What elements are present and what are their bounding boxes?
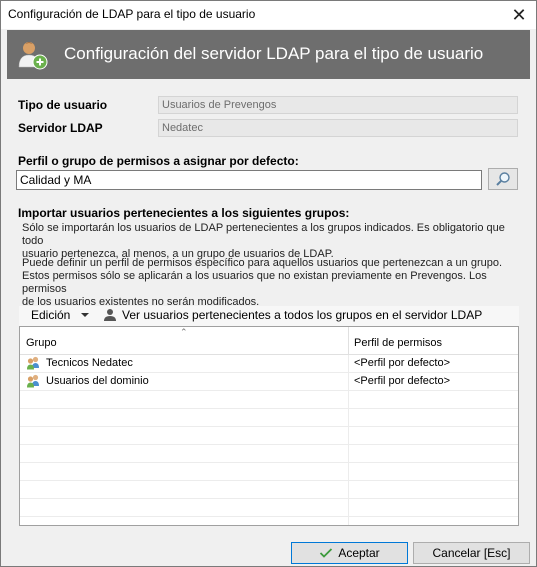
profile-label: Perfil o grupo de permisos a asignar por… [18,154,299,168]
group-name: Usuarios del dominio [46,375,149,387]
cancel-button-label: Cancelar [Esc] [432,546,511,560]
info-text-2: Puede definir un perfil de permisos espe… [22,257,517,309]
column-header-profile[interactable]: Perfil de permisos [354,337,442,349]
cancel-button[interactable]: Cancelar [Esc] [413,542,530,564]
group-profile: <Perfil por defecto> [354,357,451,369]
row-gridline [20,390,518,391]
edit-menu[interactable]: Edición [31,308,92,322]
group-name: Tecnicos Nedatec [46,357,133,369]
group-profile: <Perfil por defecto> [354,375,451,387]
dialog-window: Configuración de LDAP para el tipo de us… [0,0,537,567]
row-gridline [20,516,518,517]
users-add-icon [18,42,48,70]
accept-button[interactable]: Aceptar [291,542,408,564]
groups-toolbar: Edición Ver usuarios pertenecientes a to… [19,306,519,326]
view-users-label: Ver usuarios pertenecientes a todos los … [122,308,483,322]
search-icon [496,172,510,186]
ldap-server-field: Nedatec [158,119,518,137]
dropdown-arrow-icon [81,313,90,317]
row-gridline [20,480,518,481]
table-header: ⌃ Grupo Perfil de permisos [20,327,518,355]
checkmark-icon [320,548,333,558]
info-text-2-line-2: Estos permisos sólo se aplicarán a los u… [22,270,487,295]
header-banner: Configuración del servidor LDAP para el … [7,30,530,79]
table-row[interactable]: Usuarios del dominio <Perfil por defecto… [20,373,518,390]
banner-title: Configuración del servidor LDAP para el … [64,44,484,63]
user-group-icon [27,356,39,370]
column-header-group[interactable]: Grupo [26,337,57,349]
user-type-label: Tipo de usuario [18,98,108,112]
row-gridline [20,408,518,409]
table-row[interactable]: Tecnicos Nedatec <Perfil por defecto> [20,355,518,372]
row-gridline [20,444,518,445]
groups-table: ⌃ Grupo Perfil de permisos Tecnicos Neda… [19,326,519,526]
row-gridline [20,426,518,427]
view-users-button[interactable]: Ver usuarios pertenecientes a todos los … [103,308,482,322]
profile-search-button[interactable] [488,168,518,190]
edit-menu-label: Edición [31,308,71,322]
user-type-field: Usuarios de Prevengos [158,96,518,114]
info-text-2-line-1: Puede definir un perfil de permisos espe… [22,257,503,269]
title-bar: Configuración de LDAP para el tipo de us… [1,1,536,29]
user-group-icon [27,374,39,388]
accept-button-label: Aceptar [338,546,380,560]
window-title: Configuración de LDAP para el tipo de us… [8,7,256,21]
info-text-1-line-1: Sólo se importarán los usuarios de LDAP … [22,222,505,247]
column-separator [348,327,349,355]
row-gridline [20,462,518,463]
ldap-server-label: Servidor LDAP [18,121,103,135]
info-text-1: Sólo se importarán los usuarios de LDAP … [22,222,517,261]
row-gridline [20,498,518,499]
profile-field[interactable]: Calidad y MA [16,170,482,190]
sort-ascending-icon: ⌃ [180,327,188,337]
import-groups-label: Importar usuarios pertenecientes a los s… [18,206,350,220]
close-icon[interactable]: ✕ [502,1,536,29]
user-icon [104,309,116,321]
